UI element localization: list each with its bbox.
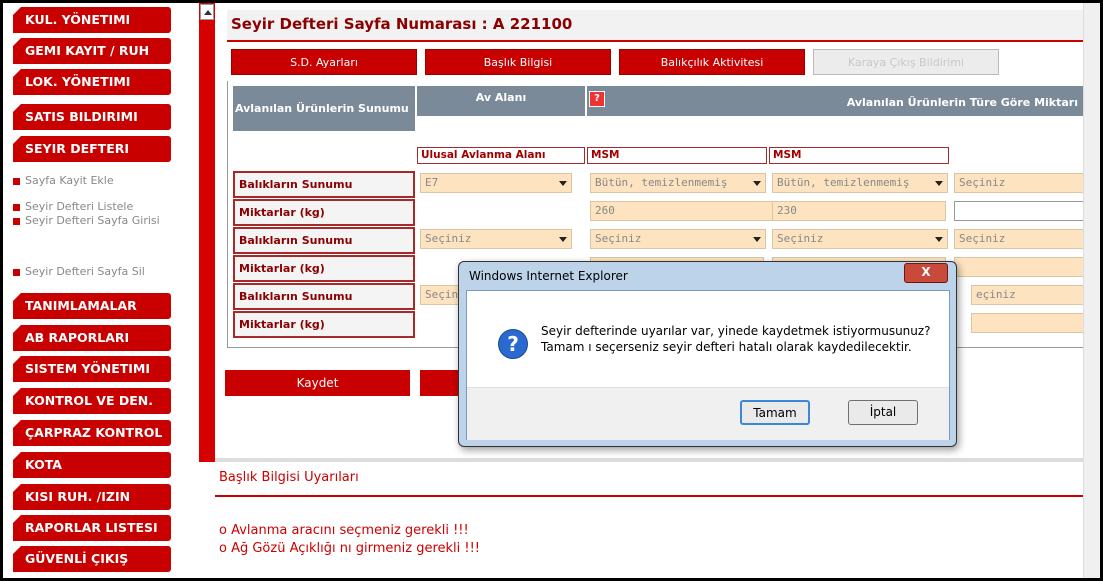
presentation-select[interactable]: Bütün, temizlenmemiş [590, 173, 766, 193]
presentation-select[interactable]: Seçiniz [954, 173, 1084, 193]
save-button[interactable]: Kaydet [225, 370, 410, 396]
row-label: Balıkların Sunumu [233, 227, 415, 254]
sidebar-item-sistem-yonetimi[interactable]: SISTEM YÖNETIMI [13, 356, 171, 382]
sidebar-item-guvenli-cikis[interactable]: GÜVENLİ ÇIKIŞ [13, 546, 171, 572]
grid-subheader-area: Ulusal Avlanma Alanı [417, 147, 585, 164]
grid-subheader-species-1: MSM [587, 147, 767, 164]
grid-header-area: Av Alanı [417, 86, 585, 116]
confirm-dialog: Windows Internet Explorer X ? Seyir deft… [458, 261, 957, 447]
tab-balikcilik-aktivitesi[interactable]: Balıkçılık Aktivitesi [619, 49, 805, 75]
sidebar-item-kisi-ruh[interactable]: KISI RUH. /IZIN [13, 484, 171, 510]
dialog-message-line1: Seyir defterinde uyarılar var, yinede ka… [541, 324, 931, 338]
presentation-select[interactable]: eçiniz [971, 285, 1084, 305]
sidebar-item-kontrol-ve-den[interactable]: KONTROL VE DEN. [13, 388, 171, 414]
dialog-message-line2: Tamam ı seçerseniz seyir defteri hatalı … [541, 340, 912, 354]
sidebar-item-raporlar-listesi[interactable]: RAPORLAR LISTESI [13, 515, 171, 541]
presentation-select[interactable]: Seçiniz [590, 229, 766, 249]
sidebar-subitem-sayfa-kayit-ekle[interactable]: Sayfa Kayit Ekle [13, 174, 173, 187]
dialog-title: Windows Internet Explorer [469, 269, 628, 283]
ok-button[interactable]: Tamam [740, 400, 810, 425]
sidebar-item-kota[interactable]: KOTA [13, 452, 171, 478]
tab-baslik-bilgisi[interactable]: Başlık Bilgisi [425, 49, 611, 75]
presentation-select[interactable]: Seçiniz [772, 229, 948, 249]
grid-header-amounts: ? Avlanılan Ürünlerin Türe Göre Miktarı [587, 86, 1084, 116]
divider [215, 495, 1083, 497]
quantity-input[interactable] [954, 201, 1084, 221]
sidebar-subitem-sayfa-sil[interactable]: Seyir Defteri Sayfa Sil [13, 265, 173, 278]
page-title: Seyir Defteri Sayfa Numarası : A 221100 [231, 15, 573, 33]
bullet-icon [13, 217, 20, 225]
sidebar-item-lok-yonetimi[interactable]: LOK. YÖNETIMI [13, 69, 171, 95]
row-label: Balıkların Sunumu [233, 171, 415, 198]
page-scrollbar[interactable] [1083, 3, 1100, 578]
sidebar-scrollbar[interactable] [199, 3, 215, 462]
divider [215, 458, 1083, 462]
quantity-input[interactable] [954, 257, 1084, 277]
question-icon: ? [498, 329, 528, 359]
presentation-select[interactable]: Bütün, temizlenmemiş [772, 173, 948, 193]
row-label: Miktarlar (kg) [233, 255, 415, 282]
sidebar-item-tanimlamalar[interactable]: TANIMLAMALAR [13, 293, 171, 319]
sidebar: KUL. YÖNETIMI GEMI KAYIT / RUH LOK. YÖNE… [3, 3, 215, 578]
warning-item: o Avlanma aracını seçmeniz gerekli !!! [219, 523, 469, 538]
row-label: Balıkların Sunumu [233, 283, 415, 310]
sidebar-item-ab-raporlari[interactable]: AB RAPORLARI [13, 325, 171, 351]
sidebar-item-carpraz-kontrol[interactable]: ÇARPRAZ KONTROL [13, 420, 171, 446]
sidebar-item-gemi-kayit[interactable]: GEMI KAYIT / RUH [13, 38, 171, 64]
warning-item: o Ağ Gözü Açıklığı nı girmeniz gerekli !… [219, 541, 481, 556]
help-icon[interactable]: ? [589, 91, 605, 107]
row-label: Miktarlar (kg) [233, 311, 415, 338]
cancel-button[interactable]: İptal [848, 400, 918, 425]
tab-karaya-cikis-bildirimi: Karaya Çıkış Bildirimi [813, 49, 999, 75]
sidebar-subitem-sayfa-girisi[interactable]: Seyir Defteri Sayfa Girisi [13, 214, 163, 227]
sidebar-subitem-listele[interactable]: Seyir Defteri Listele [13, 200, 173, 213]
tab-sd-ayarlari[interactable]: S.D. Ayarları [231, 49, 417, 75]
close-icon[interactable]: X [904, 263, 948, 283]
sidebar-item-kul-yonetimi[interactable]: KUL. YÖNETIMI [13, 7, 171, 33]
warnings-panel: Başlık Bilgisi Uyarıları o Avlanma aracı… [215, 463, 1083, 578]
quantity-input[interactable] [971, 313, 1084, 333]
sidebar-item-seyir-defteri[interactable]: SEYIR DEFTERI [13, 136, 171, 162]
bullet-icon [13, 203, 20, 211]
presentation-select[interactable]: Seçiniz [954, 229, 1084, 249]
warnings-title: Başlık Bilgisi Uyarıları [219, 470, 359, 485]
area-select[interactable]: Seçiniz [420, 229, 572, 249]
grid-subheader-species-2: MSM [769, 147, 949, 164]
scroll-up-icon[interactable] [200, 4, 214, 20]
bullet-icon [13, 177, 20, 185]
sidebar-item-satis-bildirimi[interactable]: SATIS BILDIRIMI [13, 104, 171, 130]
area-select[interactable]: E7 [420, 173, 572, 193]
bullet-icon [13, 268, 20, 276]
page-header: Seyir Defteri Sayfa Numarası : A 221100 [227, 10, 1083, 42]
grid-header-presentation: Avlanılan Ürünlerin Sunumu [233, 86, 415, 131]
quantity-input[interactable]: 230 [772, 201, 946, 221]
row-label: Miktarlar (kg) [233, 199, 415, 226]
